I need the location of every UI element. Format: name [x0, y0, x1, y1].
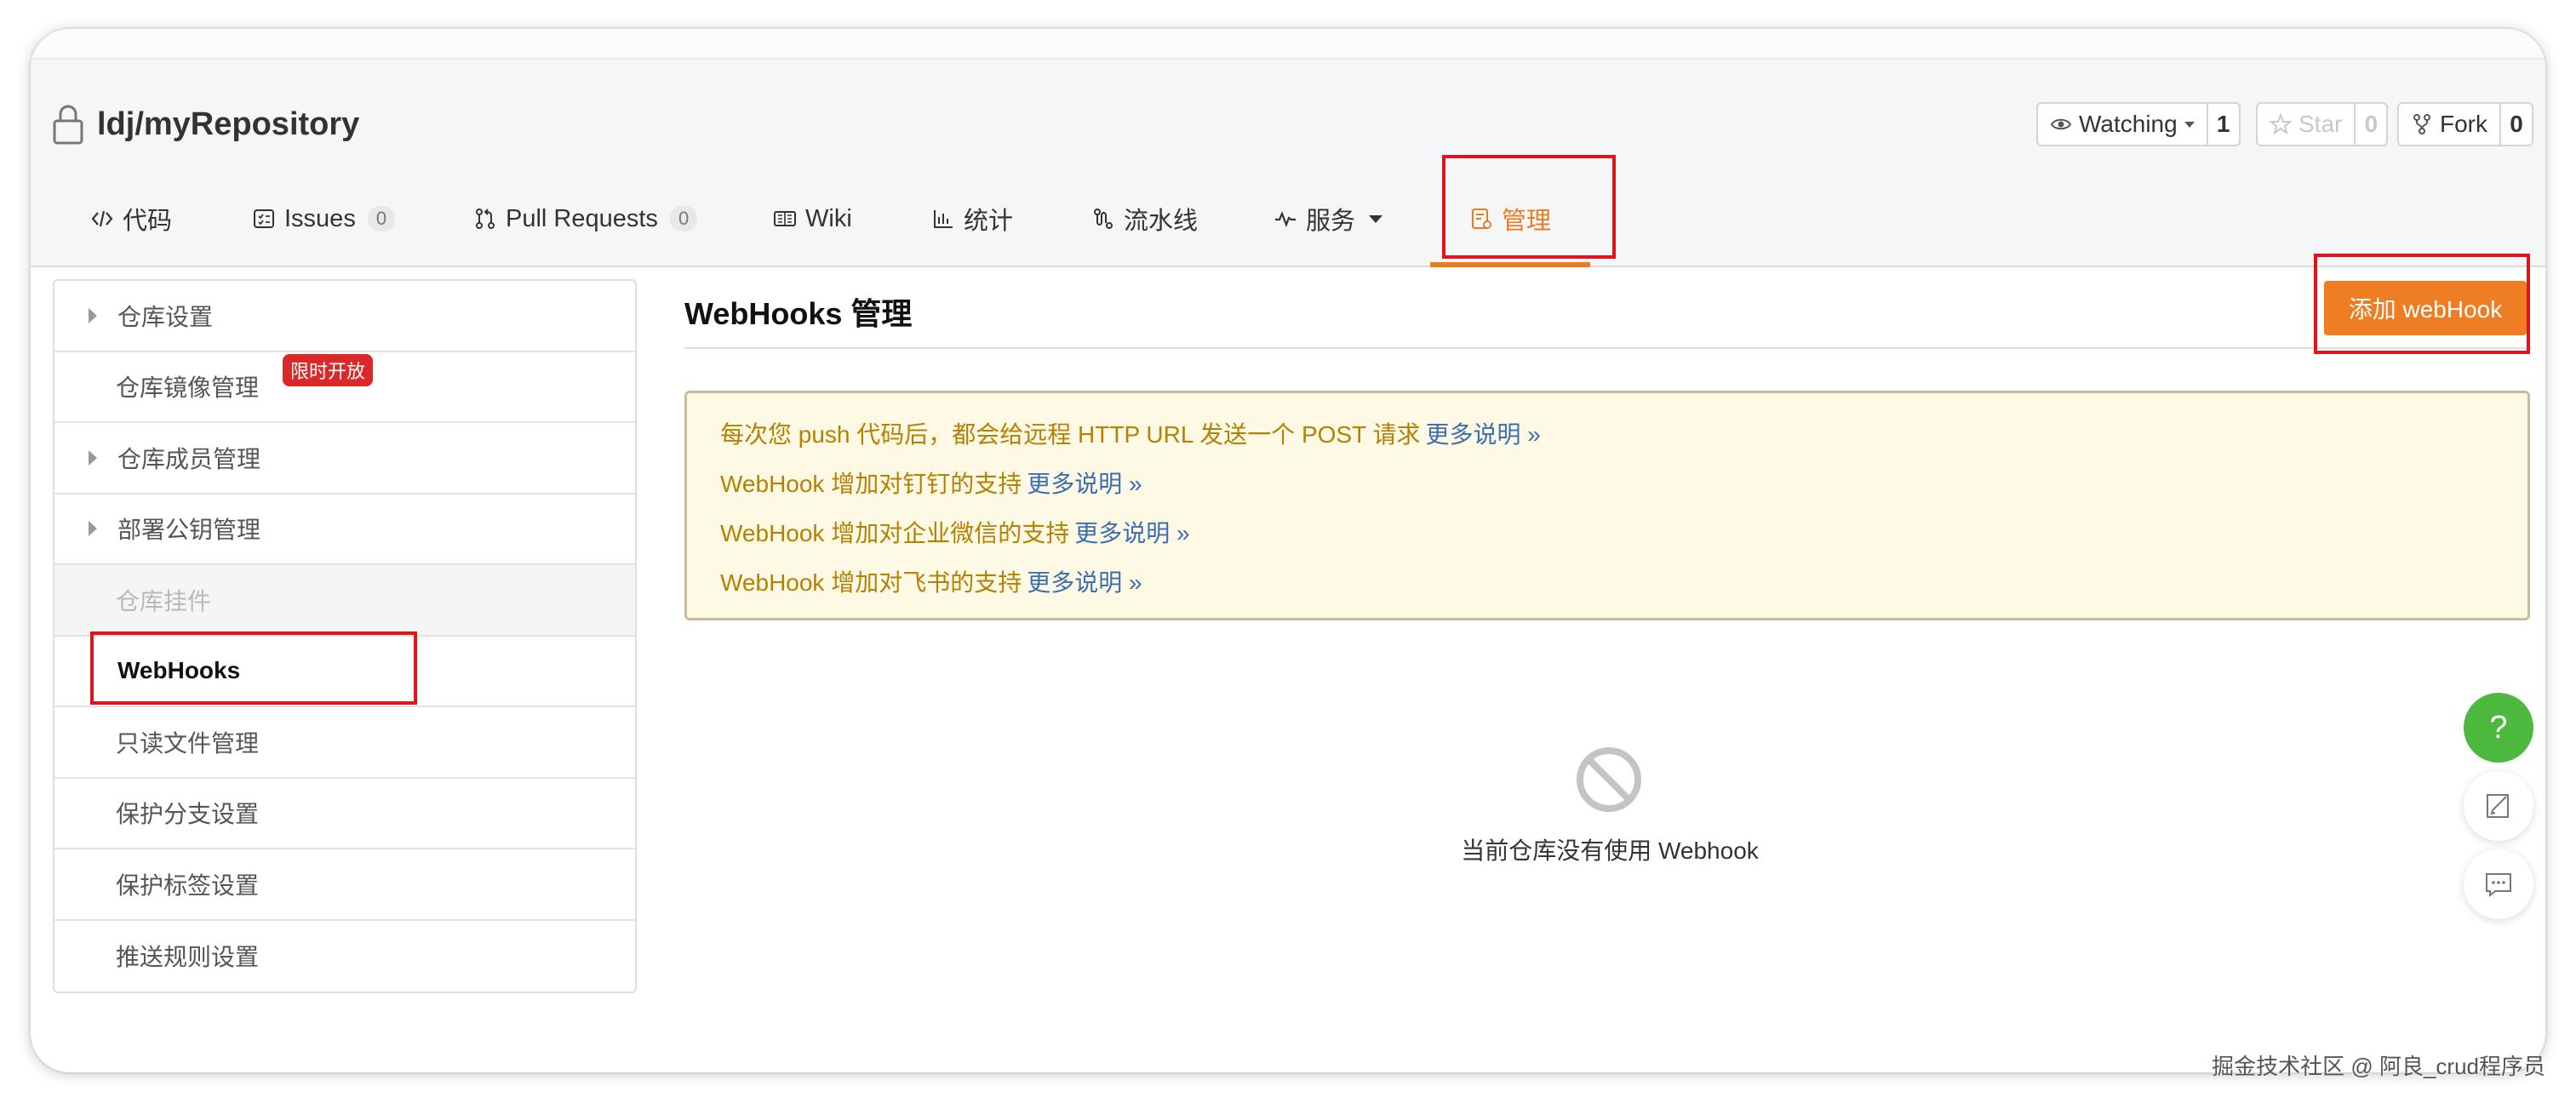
- book-icon: [773, 207, 797, 231]
- feedback-button[interactable]: [2464, 771, 2533, 841]
- repo-title: ldj/myRepository: [51, 104, 359, 145]
- sidebar-item-repo-settings[interactable]: 仓库设置: [54, 281, 635, 352]
- page-title: WebHooks 管理: [684, 296, 913, 331]
- title-divider: [684, 347, 2532, 349]
- sidebar-item-label: 推送规则设置: [116, 944, 260, 971]
- sidebar-item-label: 仓库设置: [117, 303, 214, 330]
- notice-line: WebHook 增加对飞书的支持 更多说明 »: [720, 564, 1142, 598]
- tab-stats-label: 统计: [964, 208, 1014, 235]
- sidebar-item-push-rules[interactable]: 推送规则设置: [54, 921, 635, 992]
- repo-header: ldj/myRepository Watching 1 Star 0 Fork …: [31, 60, 2545, 267]
- tab-manage-label: 管理: [1502, 208, 1552, 235]
- sidebar-group-label: 仓库挂件: [116, 587, 212, 614]
- tab-pipeline[interactable]: 流水线: [1091, 170, 1198, 267]
- star-icon: [2270, 113, 2292, 135]
- tab-pull-requests[interactable]: Pull Requests 0: [473, 170, 698, 267]
- pull-requests-count-badge: 0: [669, 206, 698, 231]
- fork-label: Fork: [2440, 111, 2487, 137]
- sidebar-item-label: WebHooks: [117, 657, 241, 684]
- chat-icon: [2482, 868, 2515, 900]
- notice-text: WebHook 增加对钉钉的支持: [720, 471, 1022, 497]
- caret-right-icon: [89, 521, 97, 537]
- tab-pull-requests-label: Pull Requests: [506, 204, 658, 232]
- tab-stats[interactable]: 统计: [931, 170, 1013, 267]
- notice-line: WebHook 增加对企业微信的支持 更多说明 »: [720, 515, 1190, 549]
- fork-count[interactable]: 0: [2499, 104, 2532, 145]
- sidebar-item-repo-members[interactable]: 仓库成员管理: [54, 423, 635, 494]
- notice-line: WebHook 增加对钉钉的支持 更多说明 »: [720, 466, 1142, 500]
- more-info-link[interactable]: 更多说明 »: [1425, 421, 1540, 448]
- ban-icon: [1575, 746, 1643, 814]
- caret-right-icon: [89, 307, 97, 323]
- watch-count[interactable]: 1: [2206, 104, 2239, 145]
- sidebar-group-repo-widgets: 仓库挂件: [54, 565, 635, 637]
- more-info-link[interactable]: 更多说明 »: [1074, 520, 1189, 546]
- info-notice: 每次您 push 代码后，都会给远程 HTTP URL 发送一个 POST 请求…: [684, 391, 2530, 620]
- tab-pipeline-label: 流水线: [1124, 208, 1199, 235]
- tab-manage[interactable]: 管理: [1429, 170, 1591, 267]
- sidebar-item-repo-mirror[interactable]: 仓库镜像管理 限时开放: [54, 352, 635, 423]
- sidebar-item-label: 部署公钥管理: [117, 517, 261, 544]
- notice-text: WebHook 增加对飞书的支持: [720, 569, 1022, 596]
- tab-issues[interactable]: Issues 0: [252, 170, 396, 267]
- caret-right-icon: [89, 449, 97, 466]
- bar-chart-icon: [931, 207, 955, 231]
- star-label-wrap[interactable]: Star: [2258, 104, 2354, 145]
- more-info-link[interactable]: 更多说明 »: [1027, 471, 1142, 497]
- tab-code[interactable]: 代码: [90, 170, 172, 267]
- chevron-down-icon: [2184, 121, 2195, 128]
- pulse-icon: [1274, 207, 1297, 231]
- eye-icon: [2050, 113, 2072, 135]
- notice-text: WebHook 增加对企业微信的支持: [720, 520, 1070, 546]
- help-button[interactable]: ?: [2464, 693, 2533, 763]
- sidebar-item-protected-tags[interactable]: 保护标签设置: [54, 849, 635, 921]
- lock-icon: [51, 104, 85, 145]
- watch-button[interactable]: Watching 1: [2036, 102, 2241, 146]
- tab-code-label: 代码: [123, 208, 173, 235]
- fork-button[interactable]: Fork 0: [2397, 102, 2533, 146]
- chevron-down-icon: [1369, 214, 1383, 223]
- issues-count-badge: 0: [367, 206, 396, 231]
- sidebar-item-readonly-files[interactable]: 只读文件管理: [54, 707, 635, 779]
- pull-request-icon: [473, 207, 497, 231]
- notice-text: 每次您 push 代码后，都会给远程 HTTP URL 发送一个 POST 请求: [720, 421, 1421, 448]
- sidebar-item-label: 只读文件管理: [116, 729, 260, 757]
- watch-label: Watching: [2079, 111, 2178, 137]
- settings-sidebar: 仓库设置 仓库镜像管理 限时开放 仓库成员管理 部署公钥管理 仓库挂件 WebH…: [53, 279, 637, 993]
- sidebar-item-deploy-keys[interactable]: 部署公钥管理: [54, 494, 635, 565]
- fork-label-wrap[interactable]: Fork: [2399, 104, 2499, 145]
- sidebar-item-label: 仓库镜像管理: [116, 374, 260, 402]
- tab-services[interactable]: 服务: [1274, 170, 1383, 267]
- edit-icon: [2482, 790, 2515, 822]
- chat-button[interactable]: [2464, 849, 2533, 919]
- more-info-link[interactable]: 更多说明 »: [1027, 569, 1142, 596]
- tab-services-label: 服务: [1306, 208, 1356, 235]
- top-strip: [31, 29, 2545, 60]
- star-count[interactable]: 0: [2354, 104, 2386, 145]
- notice-line: 每次您 push 代码后，都会给远程 HTTP URL 发送一个 POST 请求…: [720, 416, 1541, 450]
- sidebar-item-webhooks[interactable]: WebHooks: [54, 637, 635, 707]
- manage-icon: [1469, 207, 1493, 231]
- sidebar-item-protected-branches[interactable]: 保护分支设置: [54, 779, 635, 849]
- repo-name[interactable]: ldj/myRepository: [97, 106, 359, 143]
- sidebar-item-label: 保护分支设置: [116, 801, 260, 828]
- star-button[interactable]: Star 0: [2256, 102, 2389, 146]
- add-webhook-button[interactable]: 添加 webHook: [2324, 281, 2527, 335]
- pipeline-icon: [1091, 207, 1115, 231]
- star-label: Star: [2298, 111, 2343, 137]
- watch-label-wrap[interactable]: Watching: [2038, 104, 2207, 145]
- tab-issues-label: Issues: [284, 204, 356, 232]
- empty-state-text: 当前仓库没有使用 Webhook: [1461, 837, 1759, 864]
- sidebar-item-label: 保护标签设置: [116, 872, 260, 899]
- fork-icon: [2411, 113, 2433, 135]
- watermark: 掘金技术社区 @ 阿良_crud程序员: [2212, 1054, 2545, 1079]
- browser-window: ldj/myRepository Watching 1 Star 0 Fork …: [31, 29, 2545, 1072]
- issues-icon: [252, 207, 276, 231]
- tab-wiki[interactable]: Wiki: [773, 170, 852, 267]
- tab-wiki-label: Wiki: [805, 204, 852, 232]
- sidebar-item-label: 仓库成员管理: [117, 445, 261, 472]
- code-icon: [90, 207, 114, 231]
- limited-time-badge: 限时开放: [283, 353, 374, 386]
